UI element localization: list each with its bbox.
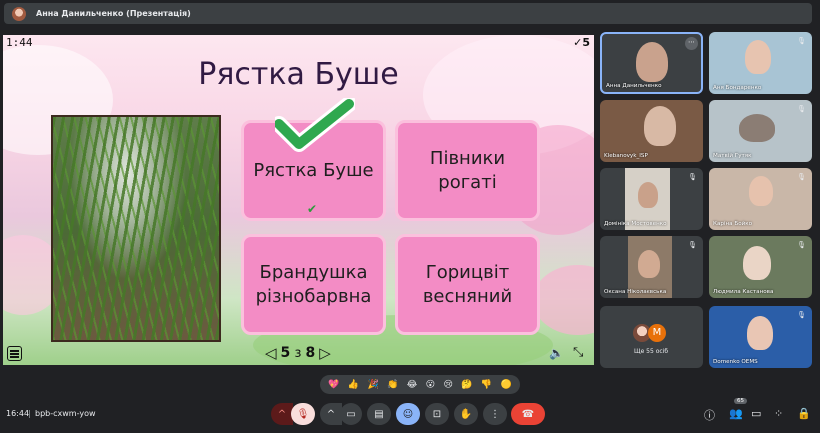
participant-name: Людмила Кастанова [713,289,774,295]
mic-off-icon: 🎙 [797,173,806,181]
participant-name: Domenko OEMS [713,359,758,365]
participant-name: Оксана Ніколаєвська [604,289,667,295]
participant-name: Klebanovyk_ISP [604,153,648,159]
mic-off-icon: 🎙 [296,408,310,420]
participant-tile-3[interactable]: Klebanovyk_ISP [600,100,703,162]
surprised-reaction-icon[interactable]: 😮 [426,380,435,390]
participants-count-badge: 65 [734,398,747,404]
page-indicator: 5 з 8 [281,345,316,361]
participant-name: Матвій Гутяк [713,153,752,159]
activities-icon[interactable]: ⁘ [774,407,783,420]
raise-hand-button[interactable]: ✋ [454,403,478,425]
mic-off-icon: 🎙 [797,241,806,249]
mic-off-icon: 🎙 [688,173,697,181]
quiz-timer: 1:44 [6,36,33,49]
mic-toggle-button[interactable]: 🎙 [291,403,315,425]
more-vert-icon: ⋮ [490,408,500,420]
mic-options-button[interactable]: ^ [271,403,293,425]
participant-name: Каріна Бойко [713,221,753,227]
prev-slide-icon[interactable]: ◁ [265,344,277,362]
thumbs-down-reaction-icon[interactable]: 👎 [481,380,492,390]
host-controls-icon[interactable]: 🔒 [797,407,811,420]
quiz-score: ✓5 [573,36,590,49]
presenter-bar: Анна Данильченко (Презентація) [4,3,812,24]
participant-tile-2[interactable]: 🎙 Аня Бондаренко [709,32,812,94]
more-participants-label: Ще 55 осіб [634,348,669,355]
presenter-avatar [12,6,26,21]
participant-name: Аня Бондаренко [713,85,762,91]
answer-option-2[interactable]: Півники рогаті [395,120,540,221]
volume-icon[interactable]: 🔈 [549,346,564,360]
mic-off-icon: 🎙 [797,311,806,319]
separator: | [28,409,31,418]
reactions-bar: 💖 👍 🎉 👏 😂 😮 😢 🤔 👎 🟡 [320,375,520,394]
people-icon[interactable]: 👥 [729,407,743,420]
meeting-code: bpb-cxwm-yow [35,409,96,418]
more-participants-tile[interactable]: M Ще 55 осіб [600,306,703,368]
info-icon[interactable]: ⓘ [704,407,715,423]
sad-reaction-icon[interactable]: 😢 [443,380,452,390]
answer-option-4[interactable]: Горицвіт весняний [395,234,540,335]
captions-icon: ▤ [374,408,384,420]
slide-title: Рястка Буше [198,57,399,92]
mic-off-icon: 🎙 [797,105,806,113]
participant-tile-1[interactable]: ⋯ Анна Данильченко [600,32,703,94]
camera-options-button[interactable]: ^ [320,403,342,425]
present-icon: ⊡ [432,408,442,420]
camera-icon: ▭ [346,408,356,420]
participant-tile-4[interactable]: 🎙 Матвій Гутяк [709,100,812,162]
end-call-button[interactable]: ☎ [511,403,545,425]
slide-menu-icon[interactable] [7,346,22,361]
answer-option-3[interactable]: Брандушка різнобарвна [241,234,386,335]
participant-tile-9[interactable]: 🎙 Domenko OEMS [709,306,812,368]
correct-check-icon [275,98,355,152]
hand-icon: ✋ [459,408,473,420]
present-button[interactable]: ⊡ [425,403,449,425]
mic-off-icon: 🎙 [797,37,806,45]
page-of: з [294,346,302,361]
mic-off-icon: 🎙 [688,241,697,249]
answer-check-icon: ✔ [307,202,318,216]
party-reaction-icon[interactable]: 🎉 [367,380,378,390]
page-total: 8 [305,345,316,361]
plant-photo [51,115,221,342]
participant-tile-6[interactable]: 🎙 Каріна Бойко [709,168,812,230]
more-options-icon[interactable]: ⋯ [685,37,698,50]
emoji-icon: ☺ [402,408,414,420]
participant-tile-8[interactable]: 🎙 Людмила Кастанова [709,236,812,298]
laugh-reaction-icon[interactable]: 😂 [407,380,418,390]
slide-pagination: ◁ 5 з 8 ▷ [265,344,331,362]
participant-tile-7[interactable]: 🎙 Оксана Ніколаєвська [600,236,703,298]
emoji-button[interactable]: ☺ [396,403,420,425]
participant-tile-5[interactable]: 🎙 Домініка Мостовенко [600,168,703,230]
captions-button[interactable]: ▤ [367,403,391,425]
thumbs-up-reaction-icon[interactable]: 👍 [348,380,359,390]
presenter-label: Анна Данильченко (Презентація) [36,9,191,18]
participant-avatar-letter: M [648,324,666,342]
page-current: 5 [280,345,291,361]
participant-name: Домініка Мостовенко [604,221,667,227]
chat-icon[interactable]: ▭ [751,407,761,420]
hang-up-icon: ☎ [521,408,535,420]
meeting-clock: 16:44 [6,409,30,418]
camera-toggle-button[interactable]: ▭ [340,403,362,425]
next-slide-icon[interactable]: ▷ [319,344,331,362]
skin-tone-icon[interactable]: 🟡 [500,380,511,390]
thinking-reaction-icon[interactable]: 🤔 [461,380,472,390]
participant-name: Анна Данильченко [606,83,662,89]
heart-reaction-icon[interactable]: 💖 [328,380,339,390]
more-options-button[interactable]: ⋮ [483,403,507,425]
presentation-slide: 1:44 ✓5 Рястка Буше Рястка Буше Півники … [3,35,594,365]
fullscreen-icon[interactable]: ⤡ [573,345,583,360]
clap-reaction-icon[interactable]: 👏 [387,380,398,390]
